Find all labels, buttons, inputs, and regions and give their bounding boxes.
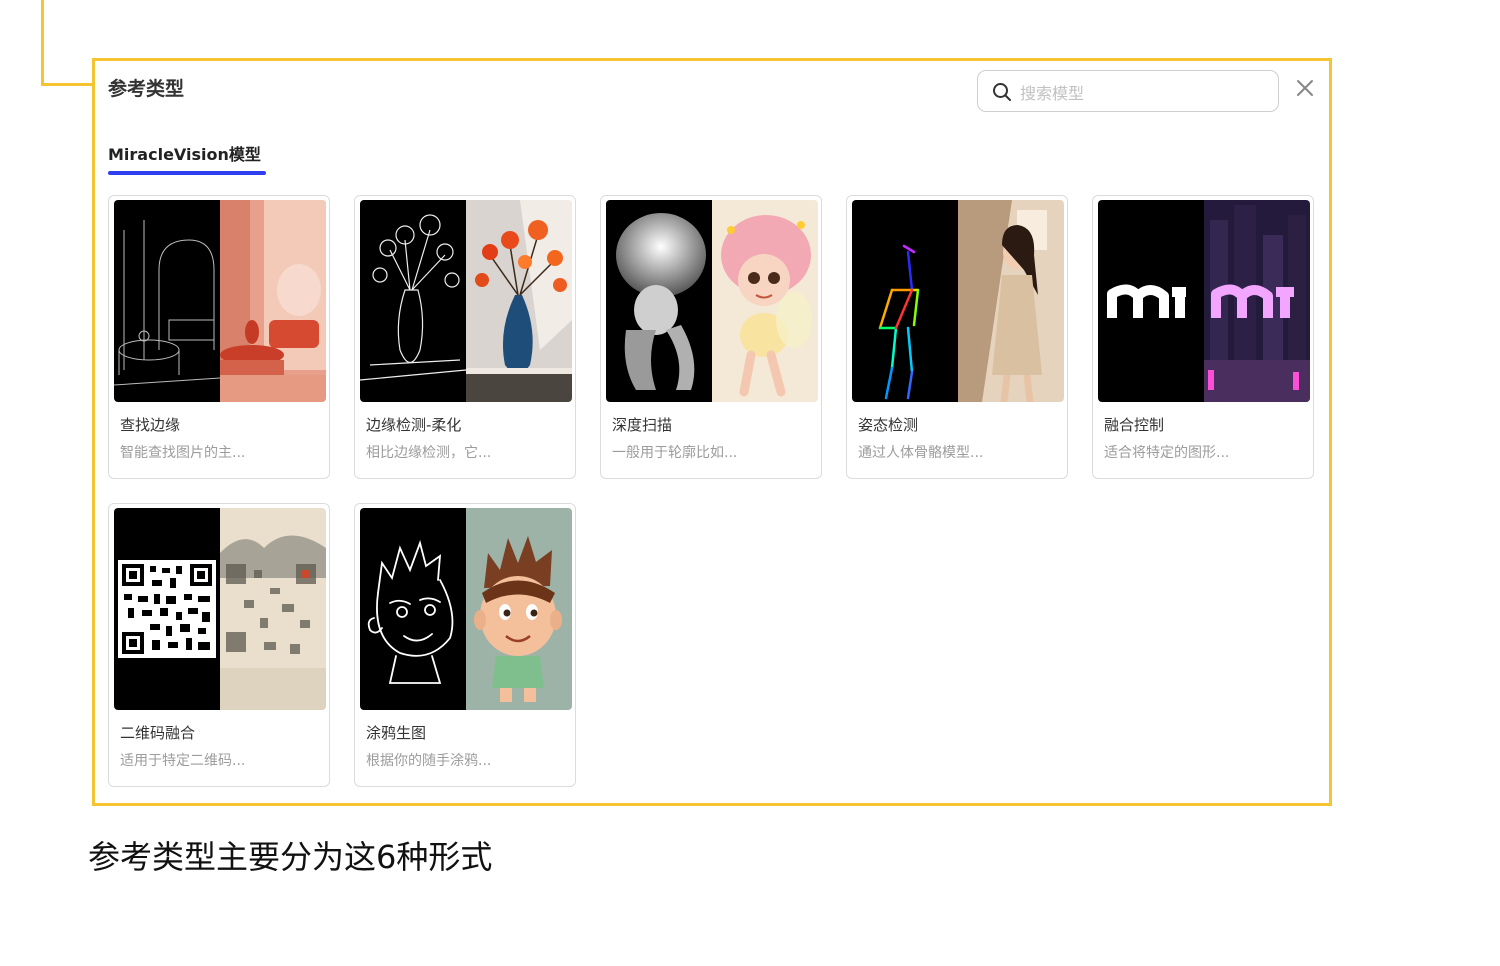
model-card-qr-code-fusion[interactable]: 二维码融合 适用于特定二维码... <box>108 503 330 787</box>
card-preview-image <box>114 508 326 710</box>
card-preview-image <box>360 200 572 402</box>
card-preview-image <box>1098 200 1310 402</box>
card-title: 融合控制 <box>1104 416 1165 434</box>
callout-line-horizontal <box>41 83 96 86</box>
card-preview-image <box>606 200 818 402</box>
caption-text: 参考类型主要分为这6种形式 <box>88 838 493 876</box>
reference-type-panel: 参考类型 MiracleVision模型 <box>92 58 1332 806</box>
tab-active-indicator <box>108 171 266 175</box>
card-title: 姿态检测 <box>858 416 919 434</box>
card-preview-image <box>114 200 326 402</box>
card-title: 涂鸦生图 <box>366 724 427 742</box>
card-title: 查找边缘 <box>120 416 181 434</box>
card-title: 二维码融合 <box>120 724 196 742</box>
card-description: 相比边缘检测，它... <box>366 445 492 461</box>
close-icon[interactable] <box>1294 77 1316 99</box>
model-card-fusion-control[interactable]: 融合控制 适合将特定的图形... <box>1092 195 1314 479</box>
card-description: 根据你的随手涂鸦... <box>366 753 492 769</box>
tab-miraclevision[interactable]: MiracleVision模型 <box>108 141 261 165</box>
panel-title: 参考类型 <box>108 78 185 100</box>
callout-line-vertical <box>41 0 44 86</box>
card-preview-image <box>360 508 572 710</box>
card-description: 智能查找图片的主... <box>120 445 246 461</box>
card-description: 适合将特定的图形... <box>1104 445 1230 461</box>
model-card-depth-scan[interactable]: 深度扫描 一般用于轮廓比如... <box>600 195 822 479</box>
card-description: 一般用于轮廓比如... <box>612 445 738 461</box>
search-input[interactable] <box>1018 79 1262 107</box>
search-icon <box>993 83 1011 101</box>
model-card-find-edges[interactable]: 查找边缘 智能查找图片的主... <box>108 195 330 479</box>
model-card-doodle-to-image[interactable]: 涂鸦生图 根据你的随手涂鸦... <box>354 503 576 787</box>
card-title: 深度扫描 <box>612 416 673 434</box>
model-card-pose-detection[interactable]: 姿态检测 通过人体骨骼模型... <box>846 195 1068 479</box>
card-title: 边缘检测-柔化 <box>366 416 462 434</box>
card-description: 通过人体骨骼模型... <box>858 445 984 461</box>
card-preview-image <box>852 200 1064 402</box>
search-box[interactable] <box>977 70 1279 112</box>
model-card-soft-edge[interactable]: 边缘检测-柔化 相比边缘检测，它... <box>354 195 576 479</box>
card-description: 适用于特定二维码... <box>120 753 246 769</box>
